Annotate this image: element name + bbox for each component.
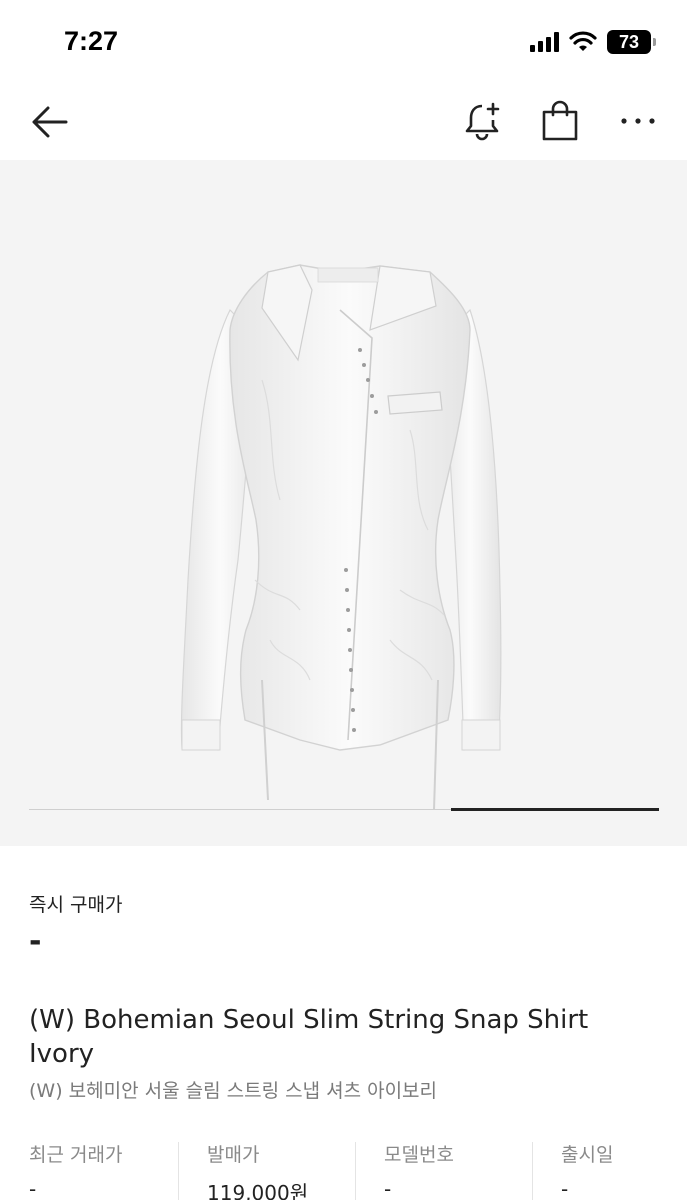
status-bar: 7:27 73	[0, 0, 687, 84]
shopping-bag-icon	[542, 100, 578, 141]
notification-button[interactable]	[462, 100, 504, 142]
spec-label: 모델번호	[384, 1144, 454, 1166]
spec-value: -	[384, 1177, 392, 1200]
battery-indicator: 73	[607, 30, 656, 54]
spec-release-date: 출시일 -	[561, 1140, 613, 1200]
status-time: 7:27	[64, 26, 119, 56]
arrow-left-icon	[32, 106, 68, 138]
white-shirt-image	[180, 264, 502, 811]
product-specs: 최근 거래가 - 발매가 119,000원 모델번호 - 출시일 -	[0, 1140, 687, 1200]
top-nav	[0, 84, 687, 160]
product-subtitle: (W) 보헤미안 서울 슬림 스트링 스냅 셔츠 아이보리	[29, 1080, 438, 1102]
cellular-signal-icon	[530, 32, 559, 52]
carousel-indicator-thumb	[451, 808, 659, 811]
spec-label: 최근 거래가	[29, 1144, 123, 1166]
spec-model-number: 모델번호 -	[384, 1140, 454, 1200]
spec-label: 출시일	[561, 1144, 614, 1166]
more-button[interactable]	[618, 106, 658, 136]
spec-release-price: 발매가 119,000원	[207, 1140, 308, 1200]
spec-recent-price: 최근 거래가 -	[29, 1140, 122, 1200]
spec-divider	[355, 1142, 356, 1200]
spec-value: 119,000원	[207, 1181, 309, 1200]
product-image-carousel[interactable]	[0, 160, 687, 846]
back-button[interactable]	[28, 102, 72, 142]
status-icons: 73	[530, 30, 656, 54]
bell-plus-icon	[465, 102, 500, 141]
spec-divider	[532, 1142, 533, 1200]
more-horizontal-icon	[621, 118, 655, 124]
instant-buy-label: 즉시 구매가	[29, 894, 123, 916]
spec-divider	[178, 1142, 179, 1200]
shopping-bag-button[interactable]	[540, 100, 580, 142]
spec-value: -	[29, 1177, 37, 1200]
spec-value: -	[561, 1177, 569, 1200]
instant-buy-price: -	[29, 924, 42, 959]
spec-label: 발매가	[207, 1144, 260, 1166]
wifi-icon	[569, 31, 597, 51]
product-title: (W) Bohemian Seoul Slim String Snap Shir…	[29, 1005, 589, 1069]
